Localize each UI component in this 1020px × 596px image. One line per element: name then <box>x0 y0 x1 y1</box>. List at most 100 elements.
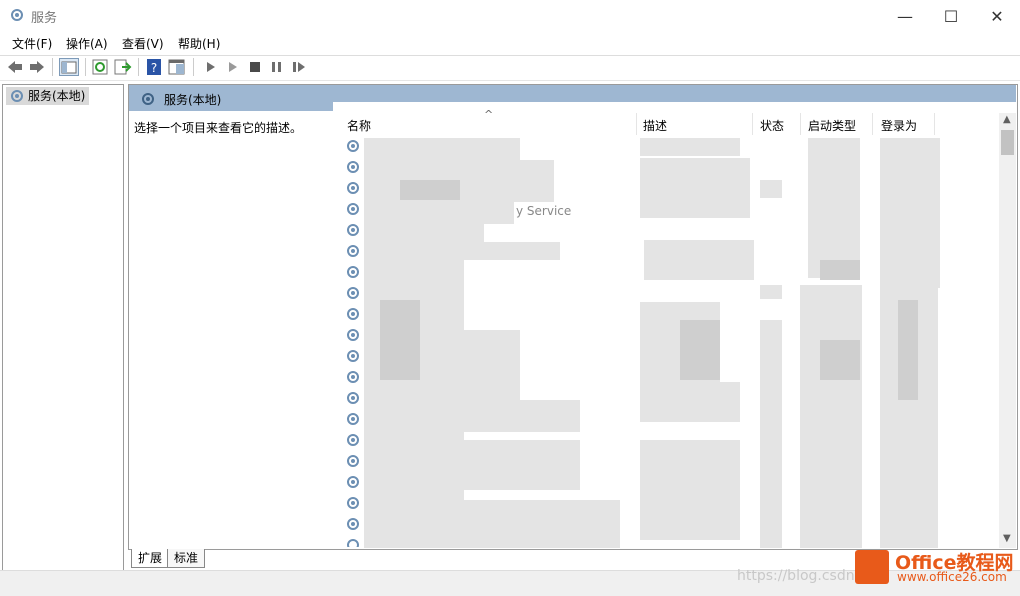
service-icon <box>347 224 359 236</box>
toolbar-separator <box>193 58 194 76</box>
scrollbar-thumb[interactable] <box>1001 130 1014 155</box>
column-separator[interactable] <box>636 113 637 135</box>
start-service-icon[interactable] <box>202 59 220 75</box>
column-separator[interactable] <box>752 113 753 135</box>
obscured-content <box>440 500 620 548</box>
window-title: 服务 <box>31 11 58 26</box>
service-icon <box>347 329 359 341</box>
help-icon[interactable]: ? <box>146 59 164 75</box>
column-header-status[interactable]: 状态 <box>760 117 784 134</box>
service-icon <box>347 182 359 194</box>
minimize-button[interactable]: — <box>882 0 928 32</box>
services-gear-icon <box>11 9 23 21</box>
service-icon <box>347 539 359 547</box>
maximize-icon: ☐ <box>943 6 959 26</box>
service-icon <box>347 161 359 173</box>
obscured-content <box>898 300 918 400</box>
tab-standard[interactable]: 标准 <box>167 549 206 568</box>
tree-item-label: 服务(本地) <box>28 89 86 103</box>
close-icon: ✕ <box>990 6 1004 26</box>
service-icon <box>347 245 359 257</box>
obscured-content <box>364 222 484 242</box>
show-hide-console-tree-icon[interactable] <box>59 58 79 76</box>
service-icon <box>347 203 359 215</box>
obscured-content <box>880 138 940 288</box>
tab-extended-label: 扩展 <box>138 551 163 565</box>
service-icon <box>347 266 359 278</box>
obscured-content <box>760 320 782 548</box>
obscured-content <box>640 382 740 422</box>
column-header-name[interactable]: 名称 <box>347 117 371 134</box>
obscured-content <box>400 180 460 200</box>
tab-standard-label: 标准 <box>174 551 199 565</box>
logo-url: www.office26.com <box>897 570 1007 584</box>
obscured-content <box>820 340 860 380</box>
stop-service-icon[interactable] <box>246 59 264 75</box>
services-gear-icon <box>142 93 154 105</box>
column-separator[interactable] <box>934 113 935 135</box>
service-icon <box>347 476 359 488</box>
column-separator[interactable] <box>872 113 873 135</box>
service-icon <box>347 287 359 299</box>
service-icon <box>347 350 359 362</box>
obscured-content <box>760 285 782 299</box>
office-logo: Office教程网 www.office26.com <box>855 548 1020 588</box>
toolbar-separator <box>52 58 53 76</box>
service-icon <box>347 518 359 530</box>
export-list-icon[interactable] <box>114 59 132 75</box>
service-icon <box>347 455 359 467</box>
menu-action[interactable]: 操作(A) <box>66 35 108 52</box>
menu-file[interactable]: 文件(F) <box>12 35 52 52</box>
pause-service-icon[interactable] <box>268 59 286 75</box>
scroll-up-icon[interactable]: ▲ <box>1003 114 1011 125</box>
column-header-startup-type[interactable]: 启动类型 <box>808 117 856 134</box>
column-separator[interactable] <box>800 113 801 135</box>
obscured-content <box>680 320 720 380</box>
office-logo-icon <box>855 550 889 584</box>
service-name-fragment: y Service <box>516 204 572 218</box>
obscured-content <box>364 242 560 260</box>
obscured-content <box>644 240 754 280</box>
service-icon <box>347 497 359 509</box>
obscured-content <box>640 440 740 540</box>
vertical-scrollbar[interactable] <box>999 113 1016 548</box>
service-icon <box>347 140 359 152</box>
refresh-icon[interactable] <box>92 59 110 75</box>
minimize-icon: — <box>897 6 913 26</box>
service-description: 选择一个项目来查看它的描述。 <box>134 121 303 135</box>
menu-view[interactable]: 查看(V) <box>122 35 164 52</box>
panel-header-title: 服务(本地) <box>164 93 222 107</box>
toolbar-separator <box>138 58 139 76</box>
obscured-content <box>760 180 782 198</box>
obscured-content <box>820 260 860 280</box>
service-icon <box>347 413 359 425</box>
toolbar-separator <box>85 58 86 76</box>
tab-extended[interactable]: 扩展 <box>131 549 170 568</box>
column-header-description[interactable]: 描述 <box>643 117 667 134</box>
menu-help[interactable]: 帮助(H) <box>178 35 220 52</box>
back-arrow-icon[interactable] <box>6 59 24 75</box>
maximize-button[interactable]: ☐ <box>928 0 974 32</box>
obscured-content <box>440 440 580 490</box>
obscured-content <box>640 138 740 156</box>
obscured-content <box>364 138 520 160</box>
forward-arrow-icon[interactable] <box>28 59 46 75</box>
service-icon <box>347 392 359 404</box>
column-header-log-on-as[interactable]: 登录为 <box>881 117 917 134</box>
obscured-content <box>440 400 580 432</box>
service-icon <box>347 371 359 383</box>
watermark-url: https://blog.csdn <box>737 568 855 584</box>
services-gear-icon <box>11 90 23 102</box>
console-tree <box>2 84 124 572</box>
close-button[interactable]: ✕ <box>974 0 1020 32</box>
sort-ascending-icon: ^ <box>484 108 494 121</box>
restart-service-icon[interactable] <box>290 59 308 75</box>
title-bar: 服务 — ☐ ✕ <box>0 0 1020 32</box>
obscured-content <box>364 202 514 224</box>
properties-icon[interactable] <box>168 59 186 75</box>
service-icon <box>347 434 359 446</box>
obscured-content <box>640 158 750 218</box>
scroll-down-icon[interactable]: ▼ <box>1003 533 1011 544</box>
tree-item-services-local[interactable]: 服务(本地) <box>6 87 90 105</box>
start-service-alt-icon[interactable] <box>224 59 242 75</box>
